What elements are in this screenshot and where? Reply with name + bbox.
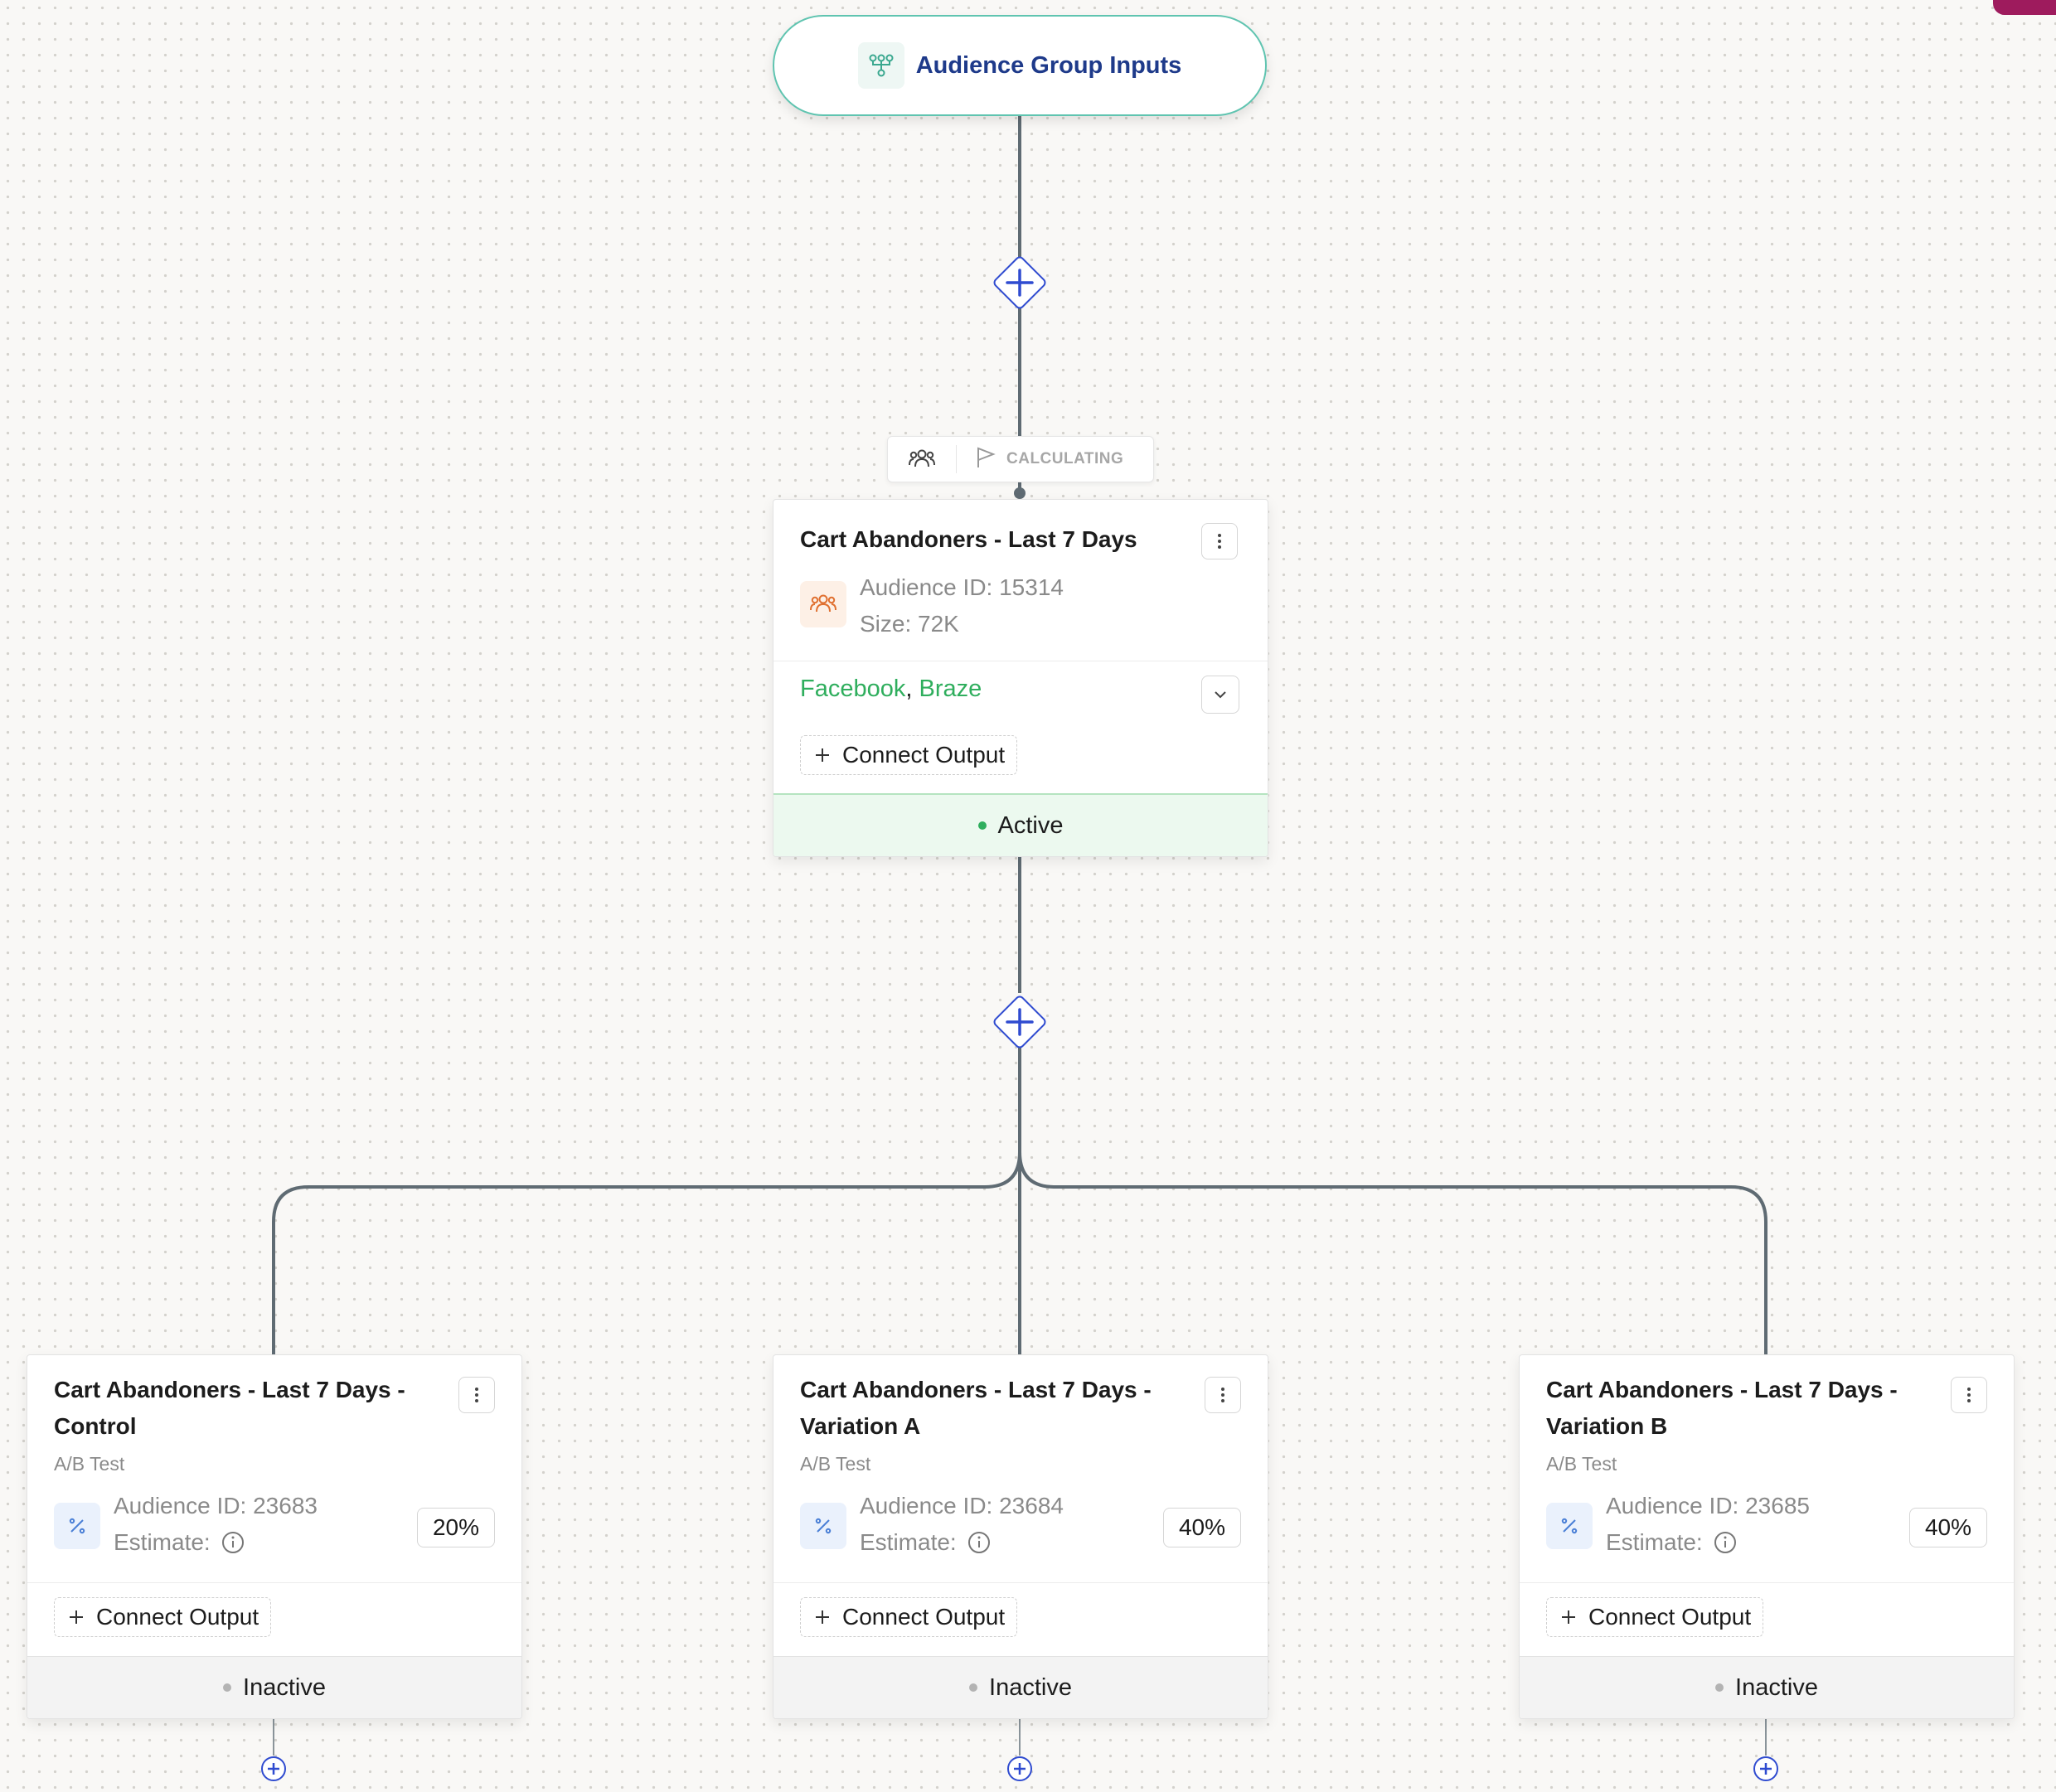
plus-icon: [70, 1610, 83, 1624]
hierarchy-icon: [857, 42, 904, 89]
card-title-line2: Control: [54, 1413, 137, 1439]
status-dot: [223, 1683, 232, 1692]
status-dot: [969, 1683, 978, 1692]
status-chip-label: CALCULATING: [1006, 450, 1124, 467]
kebab-icon: [1218, 534, 1221, 549]
status-dot: [977, 821, 987, 830]
more-options-button[interactable]: [1201, 523, 1238, 559]
info-icon[interactable]: [221, 1530, 245, 1555]
percent-icon: [54, 1503, 100, 1549]
chevron-down-icon: [1215, 691, 1226, 699]
status-dot: [1715, 1683, 1724, 1692]
audience-id: Audience ID: 15314: [860, 574, 1064, 600]
add-step-small-button[interactable]: [1753, 1756, 1779, 1782]
more-options-button[interactable]: [1205, 1377, 1241, 1413]
card-subtitle: A/B Test: [1546, 1453, 1617, 1475]
card-title-line2: Variation B: [1546, 1413, 1668, 1439]
connect-output-label: Connect Output: [842, 1604, 1006, 1630]
estimate-row: Estimate:: [114, 1524, 245, 1561]
status-chip: CALCULATING: [887, 436, 1154, 482]
card-title: Cart Abandoners - Last 7 Days: [800, 526, 1137, 552]
connect-output-button[interactable]: Connect Output: [800, 735, 1018, 775]
kebab-icon: [475, 1388, 478, 1402]
variant-card-variation-a[interactable]: Cart Abandoners - Last 7 Days - Variatio…: [773, 1354, 1268, 1719]
variant-card-variation-b[interactable]: Cart Abandoners - Last 7 Days - Variatio…: [1519, 1354, 2015, 1719]
connect-output-label: Connect Output: [1588, 1604, 1752, 1630]
users-icon: [888, 445, 957, 473]
kebab-icon: [1967, 1388, 1971, 1402]
percent-icon: [1546, 1503, 1593, 1549]
percentage-badge: 40%: [1163, 1508, 1241, 1547]
status-text: Active: [997, 811, 1064, 839]
card-title-line1: Cart Abandoners - Last 7 Days -: [54, 1377, 405, 1402]
card-subtitle: A/B Test: [800, 1453, 871, 1475]
more-options-button[interactable]: [458, 1377, 495, 1413]
estimate-label: Estimate:: [1606, 1529, 1703, 1555]
estimate-label: Estimate:: [860, 1529, 957, 1555]
add-step-button[interactable]: [991, 254, 1049, 312]
status-bar: Inactive: [773, 1656, 1268, 1718]
plus-icon: [1006, 1008, 1034, 1036]
expand-destinations-button[interactable]: [1201, 676, 1239, 714]
audience-card-main[interactable]: Cart Abandoners - Last 7 Days Audience I…: [773, 499, 1268, 857]
estimate-label: Estimate:: [114, 1529, 211, 1555]
audience-id: Audience ID: 23683: [114, 1493, 318, 1518]
plus-icon: [1006, 269, 1034, 297]
audience-id: Audience ID: 23685: [1606, 1493, 1810, 1518]
audience-group-inputs-node[interactable]: Audience Group Inputs: [773, 15, 1267, 116]
card-title-line2: Variation A: [800, 1413, 921, 1439]
destinations: Facebook, Braze: [800, 676, 982, 702]
plus-icon: [816, 1610, 829, 1624]
root-title: Audience Group Inputs: [915, 51, 1182, 79]
status-bar: Inactive: [27, 1656, 521, 1718]
audience-id: Audience ID: 23684: [860, 1493, 1064, 1518]
workflow-canvas[interactable]: Audience Group Inputs CALCULATING Cart A…: [0, 0, 2056, 1792]
add-step-small-button[interactable]: [260, 1756, 287, 1782]
card-title-line1: Cart Abandoners - Last 7 Days -: [800, 1377, 1152, 1402]
card-subtitle: A/B Test: [54, 1453, 125, 1475]
variant-card-control[interactable]: Cart Abandoners - Last 7 Days - Control …: [27, 1354, 522, 1719]
card-title-line1: Cart Abandoners - Last 7 Days -: [1546, 1377, 1898, 1402]
status-text: Inactive: [1735, 1673, 1818, 1701]
percentage-badge: 20%: [417, 1508, 495, 1547]
destination-link-braze[interactable]: Braze: [919, 676, 982, 702]
percent-icon: [800, 1503, 846, 1549]
connect-output-label: Connect Output: [842, 742, 1006, 768]
estimate-row: Estimate:: [860, 1524, 992, 1561]
status-text: Inactive: [989, 1673, 1072, 1701]
add-step-button[interactable]: [991, 993, 1049, 1051]
audience-size: Size: 72K: [860, 611, 959, 637]
add-step-small-button[interactable]: [1006, 1756, 1033, 1782]
kebab-icon: [1221, 1388, 1224, 1402]
more-options-button[interactable]: [1951, 1377, 1987, 1413]
plus-icon: [1562, 1610, 1575, 1624]
status-text: Inactive: [243, 1673, 326, 1701]
audience-icon: [800, 581, 846, 627]
info-icon[interactable]: [1713, 1530, 1738, 1555]
connect-output-button[interactable]: Connect Output: [54, 1597, 272, 1637]
status-bar: Active: [773, 793, 1268, 856]
info-icon[interactable]: [967, 1530, 992, 1555]
plus-icon: [816, 748, 829, 762]
connect-output-label: Connect Output: [96, 1604, 259, 1630]
status-bar: Inactive: [1520, 1656, 2014, 1718]
flag-icon: [975, 446, 996, 473]
destination-link-facebook[interactable]: Facebook: [800, 676, 905, 702]
percentage-badge: 40%: [1909, 1508, 1987, 1547]
connect-output-button[interactable]: Connect Output: [800, 1597, 1018, 1637]
estimate-row: Estimate:: [1606, 1524, 1738, 1561]
connect-output-button[interactable]: Connect Output: [1546, 1597, 1764, 1637]
